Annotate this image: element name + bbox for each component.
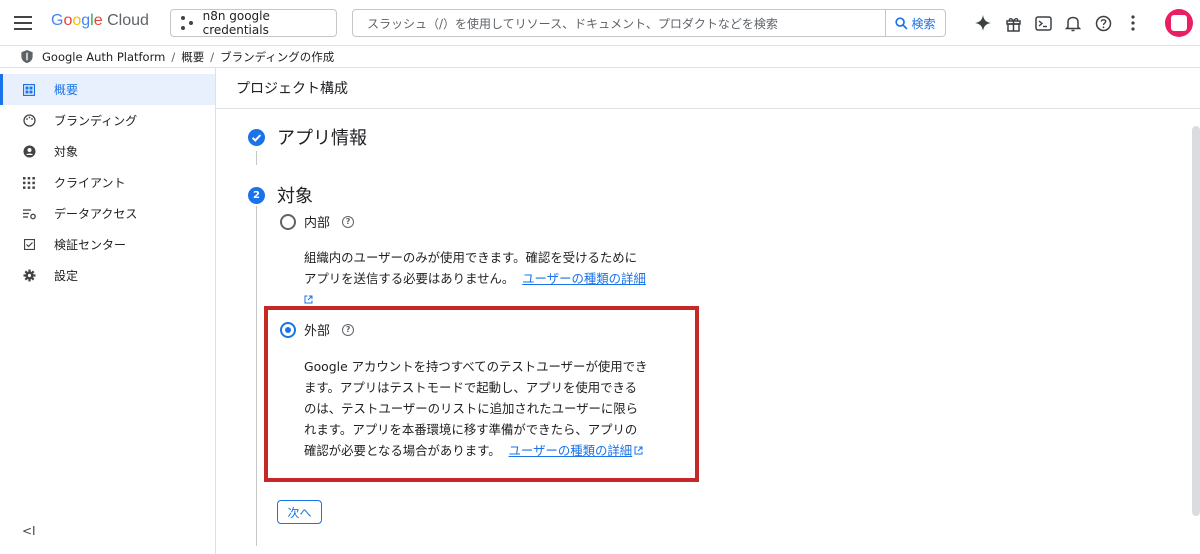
internal-desc-line: アプリを送信する必要はありません。 (304, 271, 515, 286)
radio-option-internal[interactable]: 内部 ? (280, 212, 355, 231)
breadcrumb-item-platform[interactable]: Google Auth Platform (42, 50, 165, 64)
hamburger-menu-icon[interactable] (12, 12, 34, 34)
internal-desc-line: 組織内のユーザーのみが使用できます。確認を受けるために (304, 250, 638, 265)
sidebar-item-verification[interactable]: 検証センター (0, 229, 215, 260)
collapse-sidebar-button[interactable]: <I (22, 524, 36, 538)
sidebar-item-label: データアクセス (54, 207, 138, 221)
search-button[interactable]: 検索 (885, 10, 945, 36)
step-connector (256, 206, 257, 546)
palette-icon (22, 114, 36, 128)
step-audience: 2 対象 (248, 182, 313, 208)
step-number-badge: 2 (248, 186, 265, 204)
logo-google-text: Google (51, 12, 103, 29)
breadcrumb-item-current: ブランディングの作成 (220, 49, 335, 64)
apps-grid-icon (22, 176, 36, 190)
sidebar: 概要 ブランディング 対象 クライアント データアクセス 検証センター 設定 <… (0, 68, 216, 554)
check-box-icon (22, 238, 36, 252)
gear-icon (22, 269, 36, 283)
notifications-bell-icon[interactable] (1058, 11, 1088, 35)
avatar-icon (1171, 15, 1187, 31)
breadcrumb-separator: / (171, 49, 176, 64)
search-bar[interactable]: スラッシュ（/）を使用してリソース、ドキュメント、プロダクトなどを検索 検索 (352, 9, 946, 37)
search-input[interactable]: スラッシュ（/）を使用してリソース、ドキュメント、プロダクトなどを検索 (353, 15, 885, 32)
user-type-details-link[interactable]: ユーザーの種類の詳細 (522, 271, 646, 286)
sidebar-item-label: 対象 (54, 145, 79, 159)
project-selector-button[interactable]: n8n google credentials (170, 9, 337, 37)
project-dots-icon (181, 16, 195, 30)
sidebar-item-label: 概要 (54, 83, 79, 97)
sidebar-item-overview[interactable]: 概要 (0, 74, 215, 105)
internal-description: 組織内のユーザーのみが使用できます。確認を受けるために アプリを送信する必要はあ… (304, 247, 684, 313)
sidebar-item-audience[interactable]: 対象 (0, 136, 215, 167)
page-title: プロジェクト構成 (216, 68, 1200, 109)
google-cloud-logo[interactable]: Google Cloud (51, 12, 149, 30)
step-title: アプリ情報 (277, 128, 367, 149)
sidebar-item-label: 設定 (54, 269, 79, 283)
gemini-sparkle-icon[interactable] (968, 11, 998, 35)
step-title: 対象 (277, 186, 313, 207)
help-icon[interactable] (1088, 11, 1118, 35)
radio-label-internal: 内部 (304, 216, 331, 231)
top-bar: Google Cloud n8n google credentials スラッシ… (0, 0, 1200, 46)
search-button-label: 検索 (911, 16, 936, 31)
help-circle-icon[interactable]: ? (342, 215, 355, 228)
logo-cloud-text: Cloud (107, 12, 149, 29)
breadcrumb-item-overview[interactable]: 概要 (181, 49, 204, 65)
breadcrumb-separator: / (210, 49, 215, 64)
breadcrumb: Google Auth Platform / 概要 / ブランディングの作成 (0, 46, 1200, 68)
sidebar-item-settings[interactable]: 設定 (0, 260, 215, 291)
sidebar-item-branding[interactable]: ブランディング (0, 105, 215, 136)
sidebar-item-clients[interactable]: クライアント (0, 167, 215, 198)
sidebar-item-label: ブランディング (54, 114, 138, 128)
dashboard-icon (22, 83, 36, 97)
sidebar-item-label: 検証センター (54, 238, 127, 252)
step-complete-check-icon (248, 128, 265, 146)
radio-internal[interactable] (280, 213, 296, 230)
shield-icon (21, 49, 33, 64)
search-icon (895, 16, 908, 29)
cloud-shell-terminal-icon[interactable] (1028, 11, 1058, 35)
person-icon (22, 145, 36, 159)
scrollbar[interactable] (1192, 126, 1200, 516)
sidebar-item-data-access[interactable]: データアクセス (0, 198, 215, 229)
project-name: n8n google credentials (202, 9, 270, 37)
step-app-info[interactable]: アプリ情報 (248, 124, 367, 150)
data-settings-icon (22, 207, 36, 221)
sidebar-item-label: クライアント (54, 176, 126, 190)
step-connector (256, 151, 257, 165)
gift-icon[interactable] (998, 11, 1028, 35)
highlight-box (264, 306, 699, 482)
more-vert-icon[interactable] (1118, 11, 1148, 35)
account-avatar[interactable] (1165, 9, 1193, 37)
next-button[interactable]: 次へ (277, 500, 322, 524)
